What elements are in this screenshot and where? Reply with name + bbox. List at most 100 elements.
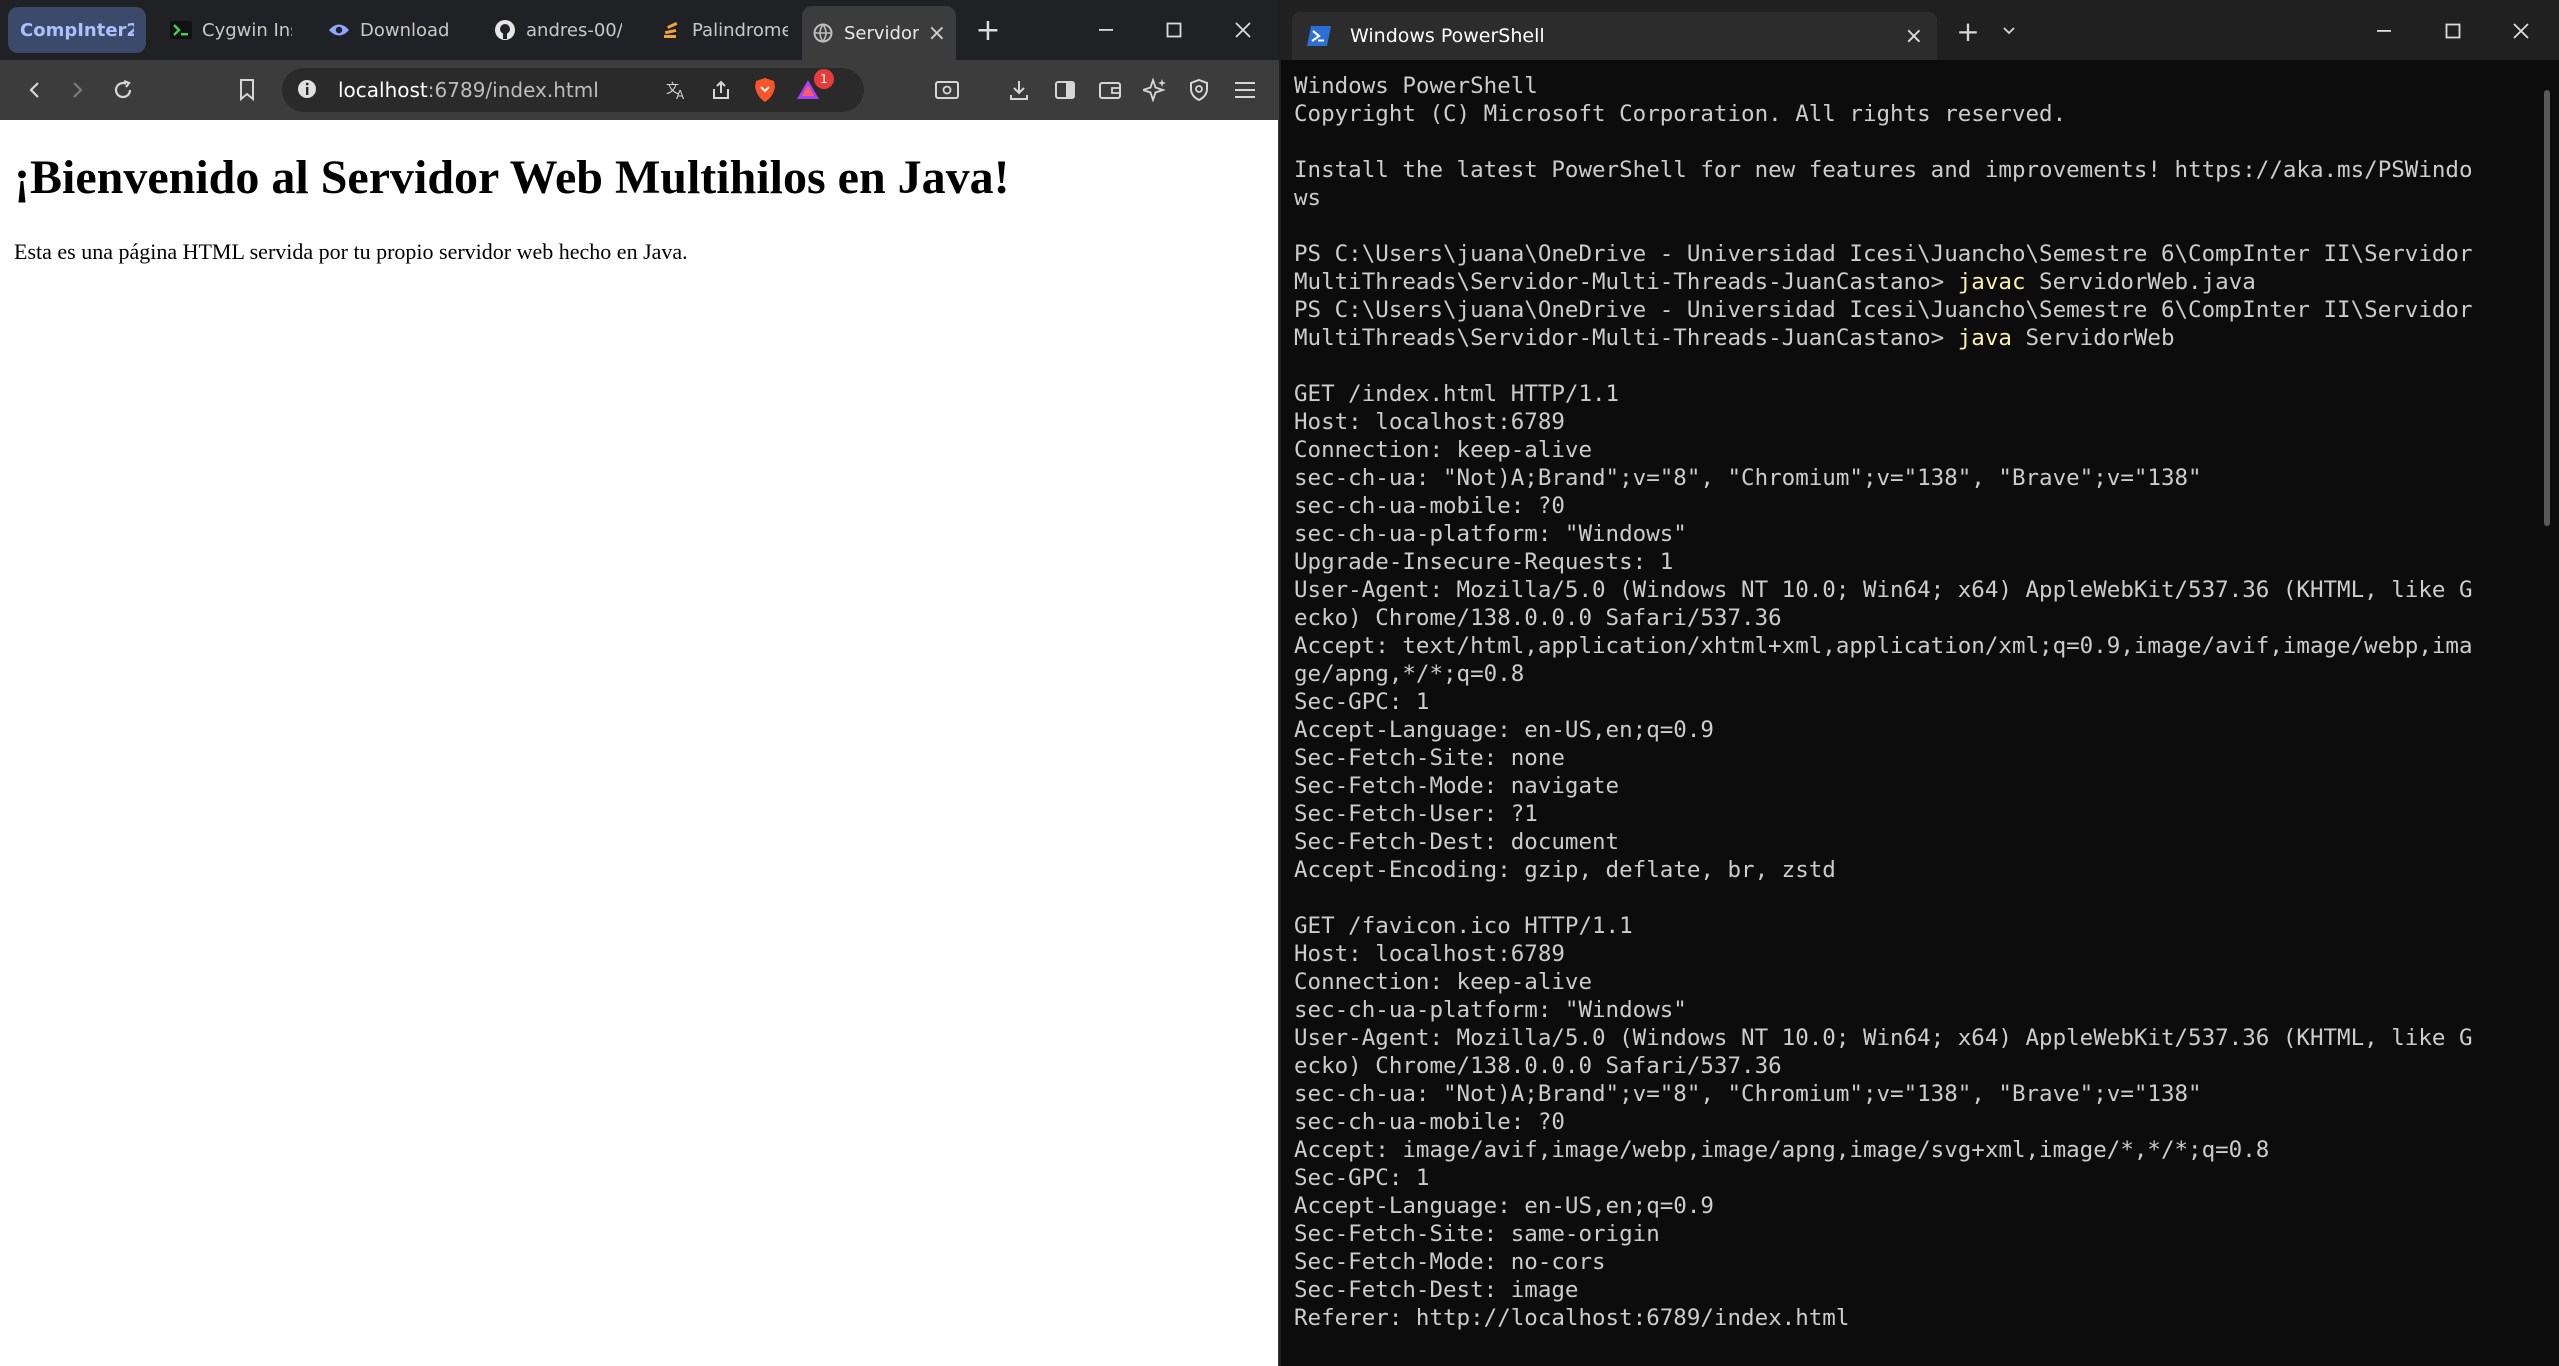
tab-title: Download bbox=[360, 19, 450, 41]
tab-palindrome[interactable]: Palindrome bbox=[650, 6, 798, 54]
share-icon[interactable] bbox=[706, 75, 736, 105]
terminal-line-text: Sec-GPC: 1 bbox=[1294, 1165, 1430, 1191]
tab-download[interactable]: Download bbox=[318, 6, 466, 54]
reload-icon bbox=[114, 79, 132, 99]
terminal-line: Host: localhost:6789 bbox=[1294, 940, 2534, 968]
terminal-line: MultiThreads\Servidor-Multi-Threads-Juan… bbox=[1294, 268, 2534, 296]
new-tab-button[interactable]: + bbox=[968, 10, 1008, 50]
terminal-line: PS C:\Users\juana\OneDrive - Universidad… bbox=[1294, 296, 2534, 324]
close-window-button[interactable] bbox=[2504, 14, 2538, 48]
sidebar-button[interactable] bbox=[1050, 75, 1080, 105]
terminal-line: User-Agent: Mozilla/5.0 (Windows NT 10.0… bbox=[1294, 576, 2534, 604]
close-icon[interactable]: × bbox=[1905, 24, 1923, 49]
address-bar[interactable]: localhost:6789/index.html 文A 1 bbox=[282, 68, 864, 112]
minimize-button[interactable] bbox=[2367, 14, 2401, 48]
terminal-line: Sec-Fetch-Mode: no-cors bbox=[1294, 1248, 2534, 1276]
page-heading: ¡Bienvenido al Servidor Web Multihilos e… bbox=[14, 151, 1010, 204]
terminal-scrollbar[interactable] bbox=[2544, 90, 2550, 526]
terminal-line-text: Host: localhost:6789 bbox=[1294, 941, 1565, 967]
terminal-line-text: GET /index.html HTTP/1.1 bbox=[1294, 381, 1620, 407]
terminal-line: ge/apng,*/*;q=0.8 bbox=[1294, 660, 2534, 688]
info-icon[interactable] bbox=[296, 78, 320, 102]
vpn-button[interactable] bbox=[1184, 75, 1214, 105]
minimize-button[interactable] bbox=[1086, 10, 1126, 50]
chevron-down-icon bbox=[2003, 27, 2015, 35]
tab-title: Palindrome bbox=[692, 19, 788, 41]
terminal-line-text: PS C:\Users\juana\OneDrive - Universidad… bbox=[1294, 241, 2473, 267]
terminal-window: Windows PowerShell × + Windows PowerShel… bbox=[1281, 0, 2559, 1366]
close-window-button[interactable] bbox=[1223, 10, 1263, 50]
web-page-content: ¡Bienvenido al Servidor Web Multihilos e… bbox=[0, 120, 1278, 1366]
terminal-line-text: Copyright (C) Microsoft Corporation. All… bbox=[1294, 101, 2067, 127]
menu-button[interactable] bbox=[1230, 75, 1260, 105]
reader-mode-button[interactable] bbox=[932, 75, 962, 105]
close-icon[interactable]: × bbox=[920, 21, 946, 46]
terminal-command: java bbox=[1957, 325, 2012, 351]
download-icon bbox=[1010, 81, 1028, 100]
terminal-tab[interactable]: Windows PowerShell × bbox=[1292, 12, 1937, 60]
terminal-line-text: Sec-Fetch-Site: none bbox=[1294, 745, 1565, 771]
forward-button[interactable] bbox=[62, 75, 92, 105]
close-icon bbox=[2513, 23, 2529, 39]
forward-arrow-icon bbox=[73, 82, 83, 98]
maximize-button[interactable] bbox=[2436, 14, 2470, 48]
terminal-line-text: ecko) Chrome/138.0.0.0 Safari/537.36 bbox=[1294, 1053, 1782, 1079]
downloads-button[interactable] bbox=[1004, 75, 1034, 105]
tab-servidor[interactable]: Servidor × bbox=[802, 6, 956, 60]
maximize-icon bbox=[1166, 22, 1182, 38]
terminal-line: sec-ch-ua-platform: "Windows" bbox=[1294, 520, 2534, 548]
browser-window: CompInter2 Cygwin Ins Download andres-00… bbox=[0, 0, 1279, 1366]
terminal-line-text: Referer: http://localhost:6789/index.htm… bbox=[1294, 1305, 1850, 1331]
maximize-button[interactable] bbox=[1154, 10, 1194, 50]
back-button[interactable] bbox=[20, 75, 50, 105]
url-text[interactable]: localhost:6789/index.html bbox=[338, 78, 599, 102]
translate-icon[interactable]: 文A bbox=[662, 75, 692, 105]
tab-title: Servidor bbox=[844, 22, 920, 44]
terminal-line-text: Accept-Encoding: gzip, deflate, br, zstd bbox=[1294, 857, 1836, 883]
terminal-line: sec-ch-ua-mobile: ?0 bbox=[1294, 1108, 2534, 1136]
new-terminal-tab-button[interactable]: + bbox=[1951, 14, 1985, 48]
terminal-line-text: Sec-Fetch-User: ?1 bbox=[1294, 801, 1538, 827]
tab-github[interactable]: andres-00/ bbox=[484, 6, 632, 54]
terminal-line-text: User-Agent: Mozilla/5.0 (Windows NT 10.0… bbox=[1294, 1025, 2473, 1051]
leo-ai-button[interactable] bbox=[1140, 75, 1170, 105]
reload-button[interactable] bbox=[108, 75, 138, 105]
terminal-line-text: Sec-GPC: 1 bbox=[1294, 689, 1430, 715]
eye-icon bbox=[328, 19, 350, 41]
bookmark-button[interactable] bbox=[232, 75, 262, 105]
terminal-line-text: MultiThreads\Servidor-Multi-Threads-Juan… bbox=[1294, 325, 1958, 351]
bookmark-icon bbox=[240, 79, 254, 102]
stack-icon bbox=[660, 19, 682, 41]
terminal-line: ecko) Chrome/138.0.0.0 Safari/537.36 bbox=[1294, 604, 2534, 632]
terminal-line: Copyright (C) Microsoft Corporation. All… bbox=[1294, 100, 2534, 128]
terminal-line: MultiThreads\Servidor-Multi-Threads-Juan… bbox=[1294, 324, 2534, 352]
brave-shields-icon[interactable] bbox=[750, 75, 780, 105]
terminal-line: Accept-Language: en-US,en;q=0.9 bbox=[1294, 1192, 2534, 1220]
terminal-line: Sec-Fetch-Site: same-origin bbox=[1294, 1220, 2534, 1248]
browser-tab-strip: CompInter2 Cygwin Ins Download andres-00… bbox=[0, 0, 1279, 60]
terminal-dropdown-button[interactable] bbox=[1992, 14, 2026, 48]
terminal-line: Sec-Fetch-Mode: navigate bbox=[1294, 772, 2534, 800]
wallet-icon bbox=[1099, 82, 1121, 99]
terminal-line-text: sec-ch-ua-mobile: ?0 bbox=[1294, 1109, 1565, 1135]
terminal-command: javac bbox=[1957, 269, 2026, 295]
terminal-output[interactable]: Windows PowerShell Copyright (C) Microsof… bbox=[1294, 72, 2534, 1332]
terminal-line-text: Accept: image/avif,image/webp,image/apng… bbox=[1294, 1137, 2270, 1163]
wallet-button[interactable] bbox=[1095, 75, 1125, 105]
tab-group-label[interactable]: CompInter2 bbox=[8, 7, 146, 53]
terminal-line-text: ws bbox=[1294, 185, 1322, 211]
terminal-line: Accept: image/avif,image/webp,image/apng… bbox=[1294, 1136, 2534, 1164]
terminal-line: Sec-Fetch-Dest: document bbox=[1294, 828, 2534, 856]
terminal-line-text: sec-ch-ua-mobile: ?0 bbox=[1294, 493, 1565, 519]
terminal-line: ws bbox=[1294, 184, 2534, 212]
terminal-line: Host: localhost:6789 bbox=[1294, 408, 2534, 436]
terminal-line: Sec-Fetch-Dest: image bbox=[1294, 1276, 2534, 1304]
terminal-line-text: Connection: keep-alive bbox=[1294, 437, 1593, 463]
tab-cygwin[interactable]: Cygwin Ins bbox=[160, 6, 302, 54]
terminal-command-args: ServidorWeb bbox=[2011, 325, 2175, 351]
terminal-line: sec-ch-ua-mobile: ?0 bbox=[1294, 492, 2534, 520]
terminal-line: Accept: text/html,application/xhtml+xml,… bbox=[1294, 632, 2534, 660]
